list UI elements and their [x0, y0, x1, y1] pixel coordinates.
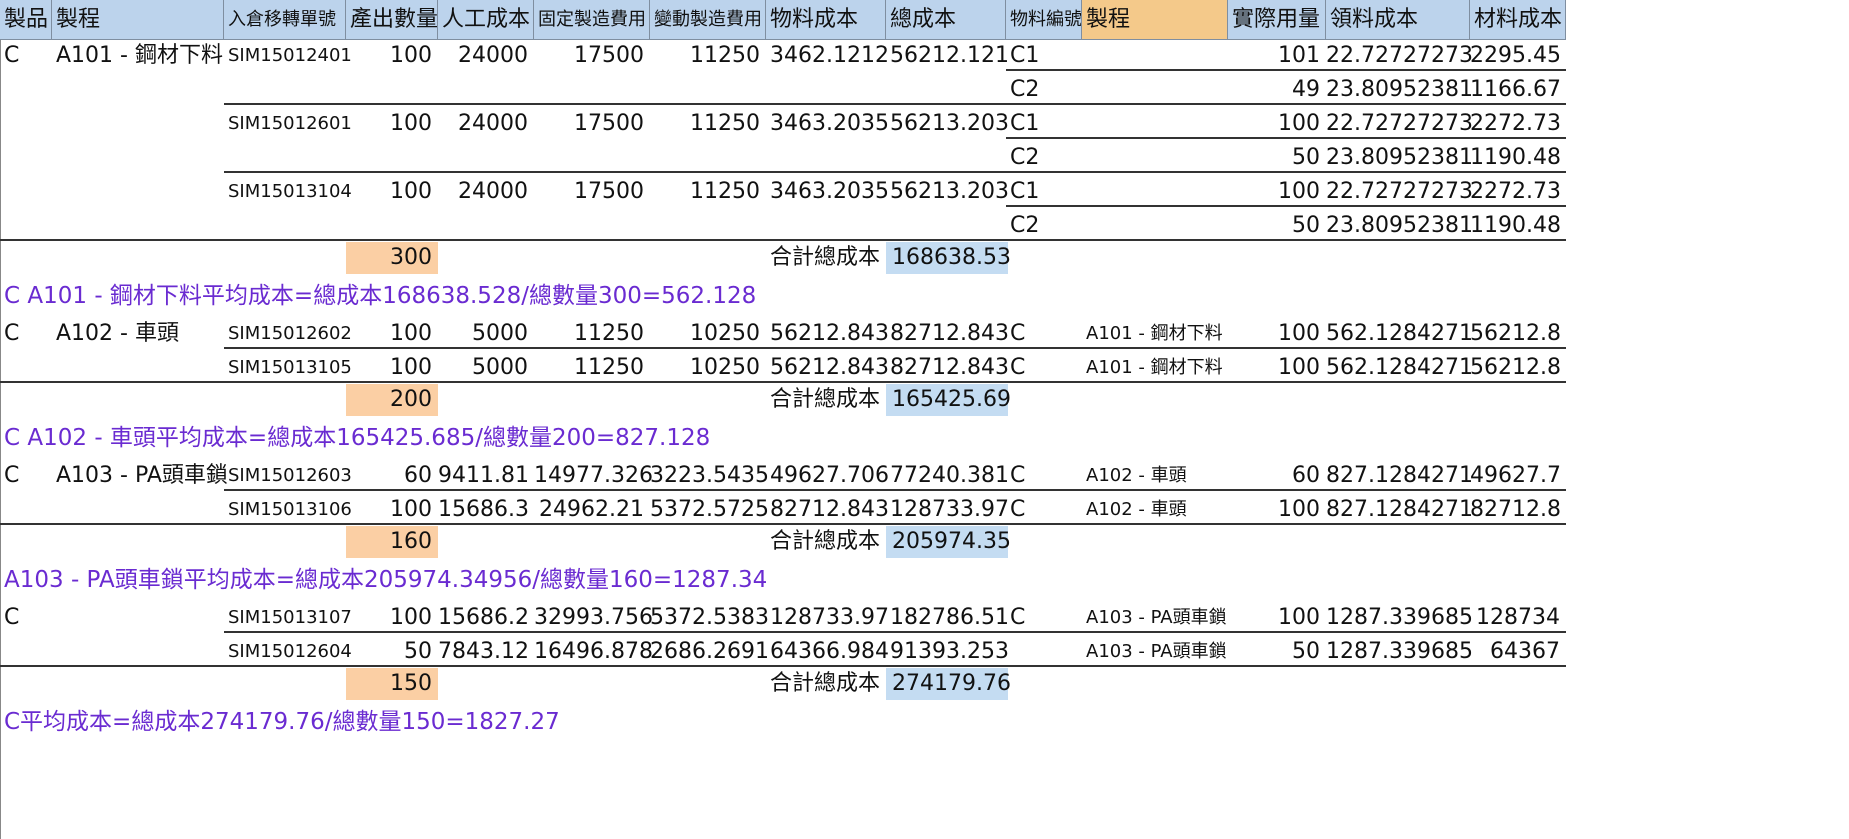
average-cost-note: C A101 - 鋼材下料平均成本=總成本168638.528/總數量300=5…	[4, 283, 757, 309]
total-cost-label: 合計總成本	[770, 387, 881, 412]
cell-labor: 24000	[458, 43, 528, 68]
cell-order: SIM15013104	[228, 181, 352, 202]
cell-order: SIM15012601	[228, 113, 352, 134]
column-header[interactable]: 變動製造費用	[650, 0, 766, 40]
total-cost-value: 274179.76	[886, 668, 1011, 700]
cell-variable: 11250	[690, 179, 760, 204]
column-header[interactable]: 材料成本	[1470, 0, 1566, 40]
quantity-total: 300	[346, 242, 438, 274]
cell-material: 3463.2035	[770, 111, 889, 136]
cell-material: 3463.2035	[770, 179, 889, 204]
cell-qty: 100	[390, 111, 432, 136]
cell-labor: 24000	[458, 179, 528, 204]
column-header[interactable]: 領料成本	[1326, 0, 1470, 40]
total-cost-label: 合計總成本	[770, 245, 881, 270]
total-cost-value: 168638.53	[886, 242, 1011, 274]
cell-process: A101 - 鋼材下料	[56, 43, 223, 68]
column-header[interactable]: 製品	[0, 0, 52, 40]
grid-line-left	[0, 40, 1, 839]
total-cost-value: 165425.69	[886, 384, 1011, 416]
cell-variable: 11250	[690, 43, 760, 68]
column-header[interactable]: 產出數量	[346, 0, 438, 40]
cell-total: 56212.121	[890, 43, 1009, 68]
cell-qty: 100	[390, 179, 432, 204]
total-cost-label: 合計總成本	[770, 671, 881, 696]
average-cost-note: C A102 - 車頭平均成本=總成本165425.685/總數量200=827…	[4, 425, 711, 451]
column-header[interactable]: 物料編號	[1006, 0, 1082, 40]
quantity-total: 160	[346, 526, 438, 558]
cell-order: SIM15012401	[228, 45, 352, 66]
column-header[interactable]: 總成本	[886, 0, 1006, 40]
average-cost-note: C平均成本=總成本274179.76/總數量150=1827.27	[4, 709, 560, 735]
cell-total: 56213.203	[890, 111, 1009, 136]
quantity-total: 150	[346, 668, 438, 700]
cell-product: C	[4, 321, 20, 346]
cell-process: A102 - 車頭	[56, 321, 179, 346]
cost-spreadsheet: 製品 製程 入倉移轉單號 產出數量 人工成本 固定製造費用 變動製造費用 物料成本 總成本 物料編…	[0, 0, 1849, 839]
cell-fixed: 17500	[574, 179, 644, 204]
column-header[interactable]: 製程	[52, 0, 224, 40]
cell-qty: 100	[390, 43, 432, 68]
total-cost-value: 205974.35	[886, 526, 1011, 558]
cell-process: A103 - PA頭車鎖	[56, 463, 228, 488]
cell-labor: 24000	[458, 111, 528, 136]
column-header[interactable]: 入倉移轉單號	[224, 0, 346, 40]
cell-product: C	[4, 463, 20, 488]
average-cost-note: A103 - PA頭車鎖平均成本=總成本205974.34956/總數量160=…	[4, 567, 768, 593]
total-cost-label: 合計總成本	[770, 529, 881, 554]
cell-total: 56213.203	[890, 179, 1009, 204]
cell-material: 3462.1212	[770, 43, 889, 68]
column-header[interactable]: 人工成本	[438, 0, 534, 40]
cell-fixed: 17500	[574, 111, 644, 136]
column-header[interactable]: 製程	[1082, 0, 1228, 40]
quantity-total: 200	[346, 384, 438, 416]
cell-product: C	[4, 605, 20, 630]
column-header[interactable]: 實際用量	[1228, 0, 1326, 40]
cell-product: C	[4, 43, 20, 68]
column-header[interactable]: 物料成本	[766, 0, 886, 40]
cell-variable: 11250	[690, 111, 760, 136]
column-header[interactable]: 固定製造費用	[534, 0, 650, 40]
cell-fixed: 17500	[574, 43, 644, 68]
